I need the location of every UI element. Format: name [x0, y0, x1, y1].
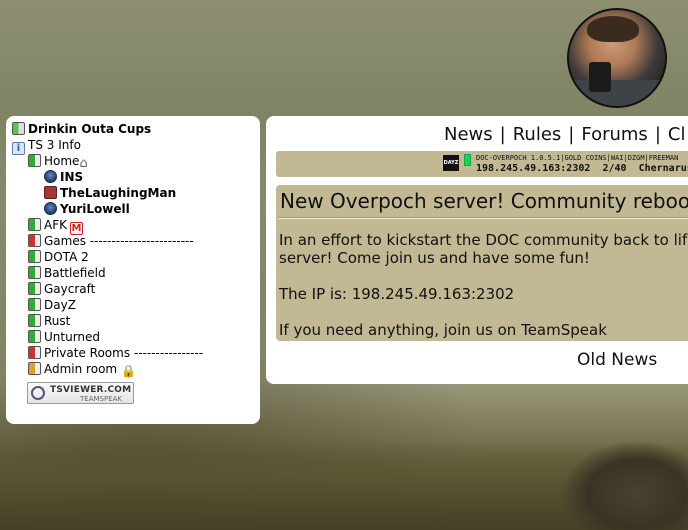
- news-paragraph-2: The IP is: 198.245.49.163:2302: [279, 285, 515, 303]
- channel-dayz[interactable]: DayZ: [28, 297, 76, 313]
- ts-info-label: TS 3 Info: [28, 138, 81, 152]
- channel-label: Home: [44, 154, 80, 168]
- ts-server-name: Drinkin Outa Cups: [28, 122, 152, 136]
- spacer-channel-icon: [28, 234, 41, 247]
- server-status-banner[interactable]: DAYZ DOC-OVERPOCH 1.0.5.1|GOLD COINS|WAI…: [276, 151, 688, 177]
- nav-news[interactable]: News: [444, 124, 493, 145]
- nav-cl[interactable]: Cl: [668, 124, 686, 145]
- content-panel: News | Rules | Forums | Cl DAYZ DOC-OVERPOCH 1…: [266, 116, 688, 384]
- channel-label: Battlefield: [44, 266, 106, 280]
- channel-label: Gaycraft: [44, 282, 96, 296]
- channel-unturned[interactable]: Unturned: [28, 329, 100, 345]
- channel-label: Games ------------------------: [44, 234, 194, 248]
- dayz-icon: DAYZ: [443, 155, 459, 171]
- channel-icon: [28, 282, 41, 295]
- avatar: [567, 8, 667, 108]
- tsviewer-logo-icon: [31, 386, 45, 400]
- channel-icon: [28, 218, 41, 231]
- channel-private-rooms[interactable]: Private Rooms ----------------: [28, 345, 203, 361]
- news-paragraph-1-line-1: In an effort to kickstart the DOC commun…: [279, 231, 688, 249]
- channel-rust[interactable]: Rust: [28, 313, 70, 329]
- server-ip: 198.245.49.163:2302: [476, 163, 591, 174]
- news-article: New Overpoch server! Community reboo In …: [276, 185, 688, 341]
- news-paragraph-1-line-2: server! Come join us and have some fun!: [279, 249, 590, 267]
- news-divider: [278, 217, 688, 219]
- channel-afk[interactable]: AFK M: [28, 217, 86, 235]
- user-avatar-icon: [44, 186, 57, 199]
- channel-home[interactable]: Home⌂: [28, 153, 96, 170]
- avatar-cup: [589, 62, 611, 92]
- channel-games[interactable]: Games ------------------------: [28, 233, 194, 249]
- channel-battlefield[interactable]: Battlefield: [28, 265, 106, 281]
- channel-label: Private Rooms ----------------: [44, 346, 204, 360]
- avatar-shirt: [569, 80, 665, 106]
- channel-icon: [28, 266, 41, 279]
- user-name: INS: [60, 170, 84, 184]
- channel-icon: [28, 330, 41, 343]
- nav-separator: |: [654, 124, 661, 145]
- channel-icon: [28, 362, 41, 375]
- nav-forums[interactable]: Forums: [581, 124, 647, 145]
- channel-icon: [28, 154, 41, 167]
- channel-label: Rust: [44, 314, 71, 328]
- user-ins[interactable]: INS: [44, 169, 83, 185]
- user-thelaughingman[interactable]: TheLaughingMan: [44, 185, 176, 201]
- news-title: New Overpoch server! Community reboo: [280, 189, 688, 213]
- channel-gaycraft[interactable]: Gaycraft: [28, 281, 95, 297]
- news-paragraph-3: If you need anything, join us on TeamSpe…: [279, 321, 607, 339]
- channel-label: DOTA 2: [44, 250, 89, 264]
- channel-icon: [28, 314, 41, 327]
- server-players: 2/40: [602, 163, 627, 174]
- user-yurilowell[interactable]: YuriLowell: [44, 201, 130, 217]
- channel-label: DayZ: [44, 298, 76, 312]
- ts-info-row[interactable]: i TS 3 Info: [12, 137, 81, 155]
- nav-separator: |: [499, 124, 506, 145]
- channel-label: Unturned: [44, 330, 101, 344]
- server-details: 198.245.49.163:2302 2/40 Chernarus: [476, 163, 688, 174]
- server-map: Chernarus: [638, 163, 688, 174]
- channel-admin-room[interactable]: Admin room 🔒: [28, 361, 137, 378]
- tsviewer-sub: TEAMSPEAK: [80, 395, 122, 403]
- channel-icon: [28, 250, 41, 263]
- user-name: TheLaughingMan: [60, 186, 177, 200]
- old-news-link[interactable]: Old News: [577, 350, 657, 370]
- channel-label: AFK: [44, 218, 67, 232]
- user-icon: [44, 170, 57, 183]
- info-icon: i: [12, 142, 25, 155]
- ts-server-row[interactable]: Drinkin Outa Cups: [12, 121, 151, 137]
- teamspeak-viewer-panel: Drinkin Outa Cups i TS 3 Info Home⌂ INS T…: [6, 116, 260, 424]
- top-nav: News | Rules | Forums | Cl: [444, 124, 685, 145]
- channel-icon: [28, 298, 41, 311]
- background-figure: [560, 440, 688, 530]
- channel-dota2[interactable]: DOTA 2: [28, 249, 89, 265]
- lock-icon: 🔒: [121, 364, 137, 378]
- user-name: YuriLowell: [60, 202, 130, 216]
- server-name: DOC-OVERPOCH 1.0.5.1|GOLD COINS|WAI|DZGM…: [476, 154, 679, 162]
- avatar-hair: [587, 16, 639, 42]
- channel-label: Admin room: [44, 362, 118, 376]
- tsviewer-badge[interactable]: TSVIEWER.COM TEAMSPEAK: [27, 382, 134, 404]
- spacer-channel-icon: [28, 346, 41, 359]
- user-icon: [44, 202, 57, 215]
- online-status-icon: [464, 154, 471, 166]
- nav-rules[interactable]: Rules: [513, 124, 562, 145]
- server-icon: [12, 122, 25, 135]
- nav-separator: |: [568, 124, 575, 145]
